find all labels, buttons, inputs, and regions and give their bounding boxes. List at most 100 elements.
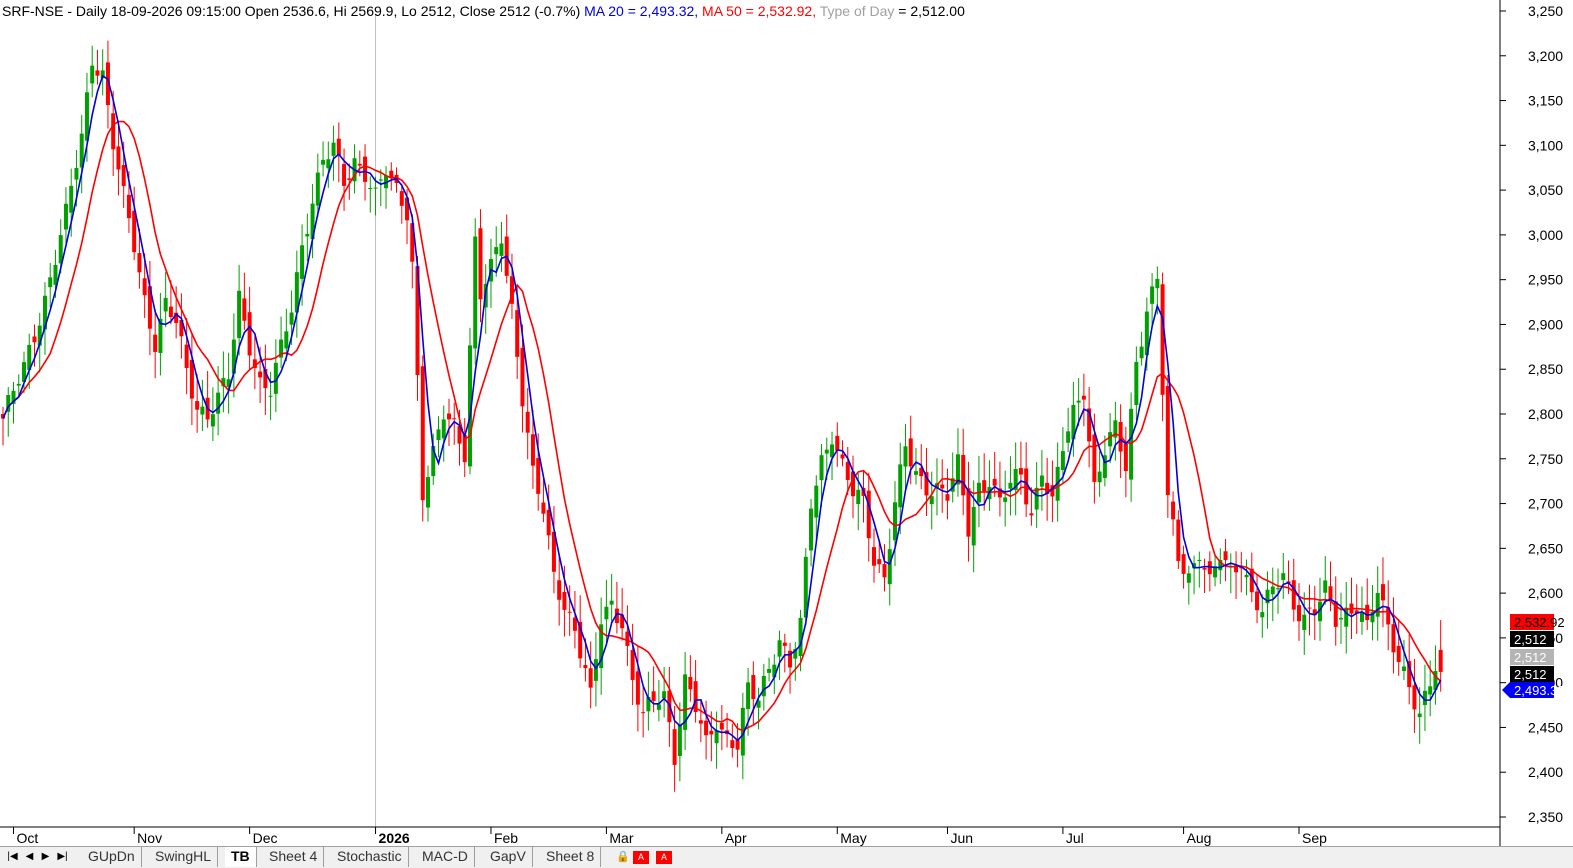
candle-body <box>1276 588 1281 590</box>
candle-body <box>609 600 614 605</box>
candle-body <box>1181 554 1186 574</box>
candle-body <box>819 455 824 481</box>
candles <box>1 40 1443 792</box>
candle-body <box>1139 346 1144 359</box>
candle-body <box>515 310 520 357</box>
time-axis: Oct Nov Dec 2026 Feb Mar Apr May Jun Jul Aug Sep <box>0 826 1500 846</box>
moving-averages <box>2 74 1442 742</box>
candle-body <box>1029 513 1034 516</box>
candle-body <box>1338 618 1343 620</box>
sync-a-icon[interactable]: A <box>633 851 649 864</box>
lock-icon[interactable]: 🔒 <box>616 850 630 863</box>
tab-mac-d[interactable]: MAC-D <box>416 847 475 867</box>
tab-sheet-8[interactable]: Sheet 8 <box>540 847 602 867</box>
candle-body <box>662 691 667 699</box>
candle-body <box>625 631 630 646</box>
sync-b-icon[interactable]: A <box>656 851 672 864</box>
candle-body <box>126 194 131 219</box>
candle-body <box>473 236 478 349</box>
candle-body <box>1060 451 1065 470</box>
y-tick-label: 2,700 <box>1528 496 1563 512</box>
candle-body <box>719 723 724 730</box>
candle-body <box>1155 278 1160 289</box>
candle-body <box>1297 605 1302 622</box>
candle-body <box>908 438 913 467</box>
candle-body <box>1008 482 1013 489</box>
x-tick-label: May <box>840 830 866 846</box>
candle-body <box>672 729 677 765</box>
candle-body <box>882 564 887 578</box>
price-chart[interactable]: 2,3502,4002,4502,5002,5502,6002,6502,700… <box>0 0 1573 868</box>
first-sheet-button[interactable]: |◀ <box>5 849 20 864</box>
candle-body <box>137 253 142 273</box>
candle-body <box>992 478 997 486</box>
candle-body <box>1260 612 1265 618</box>
candle-body <box>399 191 404 206</box>
price-tag: 2,532.92 <box>1510 614 1565 630</box>
tab-gapv[interactable]: GapV <box>484 847 533 867</box>
y-tick-label: 3,200 <box>1528 48 1563 64</box>
y-tick-label: 3,150 <box>1528 93 1563 109</box>
candle-body <box>1244 574 1249 578</box>
ma20-line <box>2 74 1442 742</box>
candle-body <box>446 413 451 420</box>
candle-body <box>877 559 882 565</box>
x-tick-label: Oct <box>16 830 38 846</box>
tab-gupdn[interactable]: GUpDn <box>82 847 142 867</box>
candle-body <box>1165 385 1170 495</box>
candle-body <box>1328 586 1333 601</box>
candle-body <box>840 454 845 459</box>
y-tick-label: 2,850 <box>1528 361 1563 377</box>
candle-body <box>1359 612 1364 622</box>
candle-body <box>142 278 147 296</box>
y-tick-label: 2,350 <box>1528 809 1563 825</box>
candle-body <box>331 142 336 156</box>
tab-stochastic[interactable]: Stochastic <box>331 847 409 867</box>
tab-sheet-4[interactable]: Sheet 4 <box>263 847 325 867</box>
x-tick-label: 2026 <box>379 830 410 846</box>
last-sheet-button[interactable]: ▶| <box>55 849 70 864</box>
candle-body <box>195 401 200 410</box>
candle-body <box>116 146 121 170</box>
candle-body <box>845 462 850 480</box>
candle-body <box>1438 649 1443 672</box>
candle-body <box>588 668 593 688</box>
price-tag-label: 2,493.32 <box>1514 683 1565 698</box>
y-tick-label: 2,750 <box>1528 451 1563 467</box>
candle-body <box>1375 593 1380 617</box>
price-tag-label: 2,512 <box>1514 650 1547 665</box>
candle-body <box>887 549 892 585</box>
price-tag: 2,512 <box>1510 649 1554 665</box>
price-tag-label: 2,512 <box>1514 667 1547 682</box>
price-tags: 2,532.922,5122,5122,5122,493.32 <box>1502 614 1565 698</box>
candle-body <box>420 366 425 501</box>
x-tick-label: Sep <box>1302 830 1327 846</box>
next-sheet-button[interactable]: ▶ <box>38 849 53 864</box>
candle-body <box>478 228 483 300</box>
candle-body <box>777 640 782 657</box>
candle-body <box>1223 551 1228 561</box>
candle-body <box>688 676 693 690</box>
candle-body <box>268 395 273 397</box>
candle-body <box>1034 487 1039 510</box>
y-tick-label: 2,650 <box>1528 540 1563 556</box>
candle-body <box>714 730 719 744</box>
candle-body <box>1197 559 1202 561</box>
candle-body <box>499 243 504 256</box>
candle-body <box>562 592 567 610</box>
candle-body <box>698 720 703 724</box>
candle-body <box>1396 645 1401 663</box>
candle-body <box>630 649 635 680</box>
candle-body <box>677 725 682 757</box>
candle-body <box>892 502 897 541</box>
prev-sheet-button[interactable]: ◀ <box>22 849 37 864</box>
candle-body <box>168 306 173 318</box>
candle-body <box>824 449 829 454</box>
y-tick-label: 3,100 <box>1528 137 1563 153</box>
candle-body <box>121 165 126 187</box>
tab-tb[interactable]: TB <box>225 847 257 867</box>
candle-body <box>436 429 441 441</box>
candle-body <box>641 712 646 714</box>
tab-swinghl[interactable]: SwingHL <box>149 847 219 867</box>
candle-body <box>971 506 976 546</box>
